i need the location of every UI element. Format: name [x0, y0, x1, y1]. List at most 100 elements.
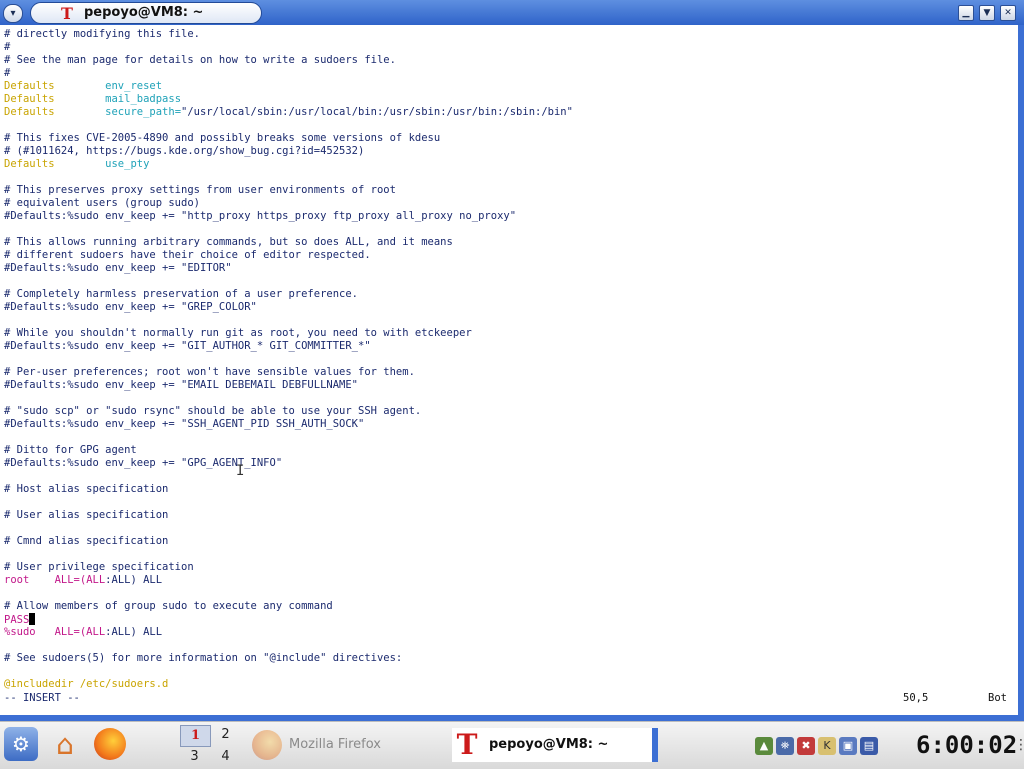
defaults-value: secure_path= [105, 106, 182, 118]
comment-text: # Per-user preferences; root won't have … [4, 366, 415, 378]
close-button[interactable]: ✕ [1000, 5, 1016, 21]
window-title-pill[interactable]: T pepoyo@VM8: ~ [30, 2, 262, 24]
editor-line: # [4, 67, 10, 80]
editor-line: # User alias specification [4, 509, 168, 522]
pager-desktop-2[interactable]: 2 [211, 725, 240, 745]
comment-text: # directly modifying this file. [4, 28, 200, 40]
editor-line: #Defaults:%sudo env_keep += "EMAIL DEBEM… [4, 379, 358, 392]
editor-line: # While you shouldn't normally run git a… [4, 327, 472, 340]
display-icon[interactable]: ▤ [860, 737, 878, 755]
home-icon: ⌂ [56, 728, 74, 761]
taskbar-panel: ⚙ ⌂ 1 2 3 4 Mozilla Firefox T pepoyo@VM8… [0, 721, 1024, 769]
editor-line: root ALL=(ALL:ALL) ALL [4, 574, 162, 587]
rule-user: root [4, 574, 30, 586]
window-menu-button[interactable]: ▾ [3, 4, 23, 23]
task-label: pepoyo@VM8: ~ [489, 737, 609, 752]
editor-line: # This allows running arbitrary commands… [4, 236, 453, 249]
task-terminal[interactable]: T pepoyo@VM8: ~ [452, 728, 658, 762]
comment-text: # [4, 41, 11, 53]
defaults-string: "/usr/local/sbin:/usr/local/bin:/usr/sbi… [181, 106, 573, 118]
shade-button[interactable]: ▼ [979, 5, 995, 21]
desktop-pager[interactable]: 1 2 3 4 [180, 724, 242, 768]
defaults-keyword: Defaults [4, 80, 55, 92]
terminal-icon: T [456, 728, 478, 761]
firefox-icon [252, 730, 282, 760]
defaults-value: mail_badpass [105, 93, 182, 105]
comment-text: # Ditto for GPG agent [4, 444, 137, 456]
editor-line: # This preserves proxy settings from use… [4, 184, 396, 197]
editor-line: # Completely harmless preservation of a … [4, 288, 358, 301]
minimize-button[interactable]: ▁ [958, 5, 974, 21]
comment-text: #Defaults:%sudo env_keep += "http_proxy … [4, 210, 517, 222]
editor-line: # Ditto for GPG agent [4, 444, 137, 457]
rule-hosts: ALL=(ALL [54, 626, 106, 638]
bluetooth-icon[interactable]: ⛯ [776, 737, 794, 755]
comment-text: # User privilege specification [4, 561, 194, 573]
panel-handle-icon[interactable]: ⋮ [1014, 722, 1024, 768]
defaults-keyword: Defaults [4, 93, 55, 105]
window-titlebar[interactable]: ▾ T pepoyo@VM8: ~ ▁ ▼ ✕ [0, 0, 1024, 25]
terminal-area[interactable]: # directly modifying this file. # # See th… [0, 25, 1024, 715]
cursor-position: 50,5 [903, 692, 929, 704]
editor-line: # See the man page for details on how to… [4, 54, 396, 67]
editor-line: # (#1011624, https://bugs.kde.org/show_b… [4, 145, 364, 158]
comment-text: # This preserves proxy settings from use… [4, 184, 396, 196]
editor-line: # Cmnd alias specification [4, 535, 168, 548]
screen-icon[interactable]: ▣ [839, 737, 857, 755]
editor-line: # directly modifying this file. [4, 28, 200, 41]
editor-line: PASS [4, 613, 36, 626]
firefox-launcher-icon[interactable] [94, 728, 126, 760]
home-folder-button[interactable]: ⌂ [48, 728, 82, 762]
comment-text: # different sudoers have their choice of… [4, 249, 371, 261]
defaults-value: use_pty [105, 158, 150, 170]
pager-desktop-4[interactable]: 4 [211, 747, 240, 767]
scroll-indicator: Bot [988, 692, 1007, 704]
comment-text: # "sudo scp" or "sudo rsync" should be a… [4, 405, 422, 417]
comment-text: # Cmnd alias specification [4, 535, 169, 547]
editor-line: # Host alias specification [4, 483, 168, 496]
rule-user: %sudo [4, 626, 36, 638]
pager-desktop-3[interactable]: 3 [180, 747, 209, 767]
klipper-icon[interactable]: K [818, 737, 836, 755]
minimize-icon: ▁ [962, 8, 970, 18]
rule-commands: :ALL) ALL [105, 574, 163, 586]
comment-text: # This allows running arbitrary commands… [4, 236, 453, 248]
kde-menu-button[interactable]: ⚙ [4, 727, 38, 761]
kde-icon: ⚙ [12, 732, 30, 756]
comment-text: # See the man page for details on how to… [4, 54, 396, 66]
rule-hosts: ALL=(ALL [54, 574, 106, 586]
editor-line: # different sudoers have their choice of… [4, 249, 371, 262]
editor-line: # See sudoers(5) for more information on… [4, 652, 402, 665]
terminal-app-icon: T [61, 4, 73, 23]
editor-line: # User privilege specification [4, 561, 194, 574]
comment-text: # Completely harmless preservation of a … [4, 288, 359, 300]
task-firefox[interactable]: Mozilla Firefox [252, 728, 442, 762]
comment-text: # equivalent users (group sudo) [4, 197, 200, 209]
terminal-mini-icon: 1 [190, 728, 201, 743]
vim-mode-indicator: -- INSERT -- [4, 692, 80, 704]
clock[interactable]: 6:00:02 [916, 728, 1017, 762]
editor-line: # equivalent users (group sudo) [4, 197, 200, 210]
pager-desktop-1[interactable]: 1 [180, 725, 211, 747]
editor-line: # [4, 41, 10, 54]
rule-commands: :ALL) ALL [105, 626, 163, 638]
editor-line: # Allow members of group sudo to execute… [4, 600, 333, 613]
editor-line: # This fixes CVE-2005-4890 and possibly … [4, 132, 440, 145]
editor-line: # Per-user preferences; root won't have … [4, 366, 415, 379]
volume-muted-icon[interactable]: ✖ [797, 737, 815, 755]
editor-line: #Defaults:%sudo env_keep += "http_proxy … [4, 210, 516, 223]
comment-text: # See sudoers(5) for more information on… [4, 652, 403, 664]
comment-text: # (#1011624, https://bugs.kde.org/show_b… [4, 145, 365, 157]
network-icon[interactable]: ▲ [755, 737, 773, 755]
close-icon: ✕ [1004, 8, 1012, 18]
comment-text: # This fixes CVE-2005-4890 and possibly … [4, 132, 441, 144]
editor-line: #Defaults:%sudo env_keep += "GREP_COLOR" [4, 301, 257, 314]
editor-line: #Defaults:%sudo env_keep += "EDITOR" [4, 262, 232, 275]
comment-text: #Defaults:%sudo env_keep += "GIT_AUTHOR_… [4, 340, 371, 352]
defaults-value: env_reset [105, 80, 163, 92]
